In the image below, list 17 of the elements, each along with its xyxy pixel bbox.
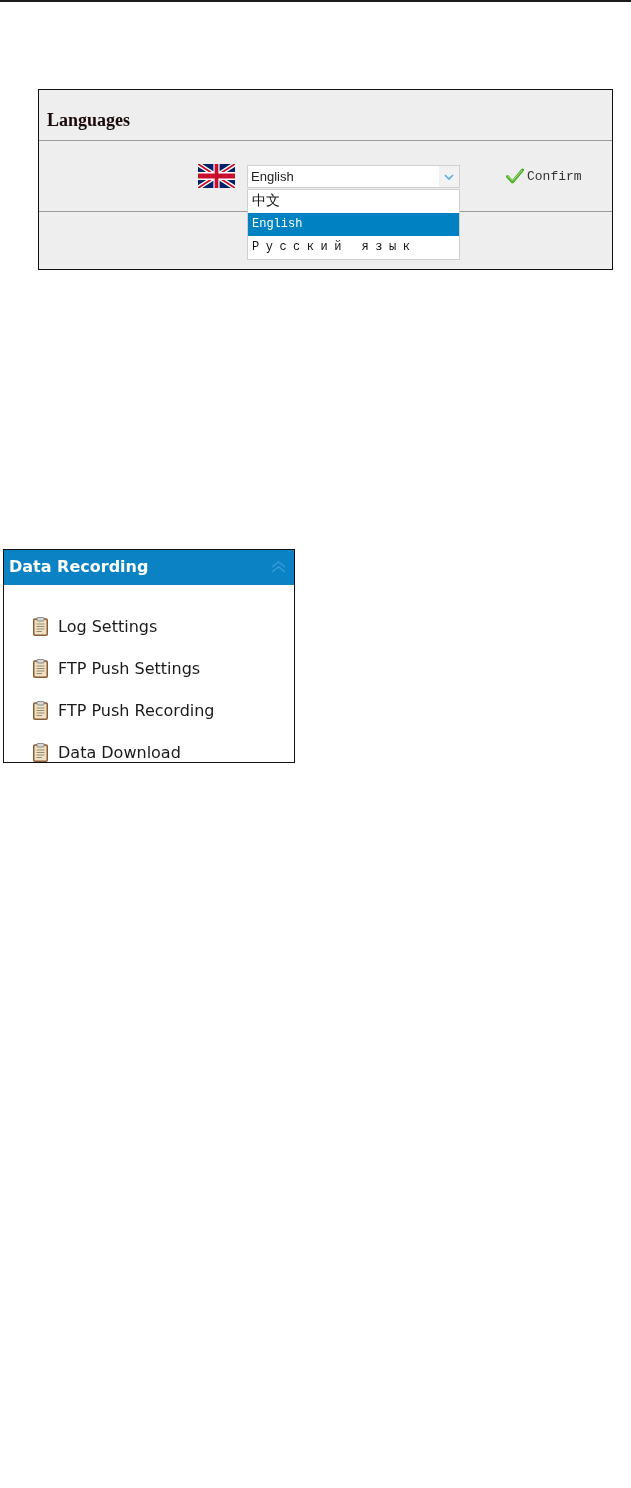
flag-icon [198, 164, 235, 188]
confirm-button[interactable]: Confirm [506, 168, 582, 184]
clipboard-icon [33, 658, 48, 678]
language-select[interactable]: English [247, 164, 460, 188]
menu-link[interactable]: Log Settings [33, 616, 158, 636]
check-icon [506, 168, 524, 184]
chevron-down-icon [439, 165, 459, 187]
dropdown-option[interactable]: English [248, 212, 459, 236]
double-chevron-up-icon[interactable] [271, 560, 286, 573]
panel-title: Data Recording [9, 557, 149, 576]
clipboard-icon [33, 742, 48, 762]
menu-link[interactable]: Data Download [33, 742, 181, 762]
menu-link[interactable]: FTP Push Recording [33, 700, 215, 720]
menu-link[interactable]: FTP Push Settings [33, 658, 201, 678]
panel-title: Languages [47, 110, 131, 131]
clipboard-icon [33, 700, 48, 720]
clipboard-icon [33, 616, 48, 636]
